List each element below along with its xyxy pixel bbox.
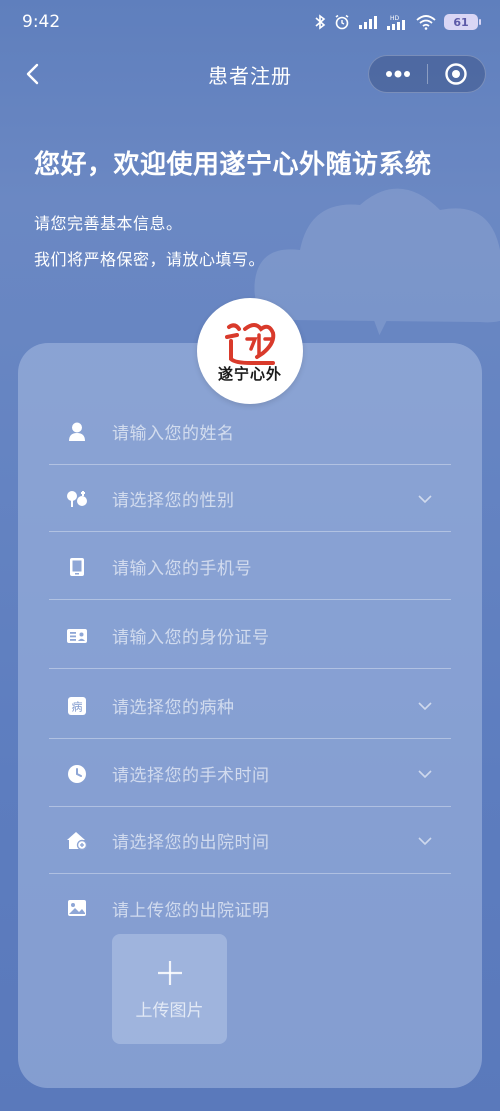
wifi-icon [416, 15, 436, 30]
surgery-time-select[interactable]: 请选择您的手术时间 [49, 741, 451, 807]
back-arrow-icon [26, 63, 39, 85]
gender-placeholder: 请选择您的性别 [112, 491, 235, 511]
signal-icon [359, 16, 377, 29]
status-icons: HD 61 [314, 14, 481, 30]
chevron-down-icon [416, 832, 434, 850]
user-icon [66, 421, 88, 443]
nav-bar: 患者注册 [0, 50, 500, 98]
surgery-time-placeholder: 请选择您的手术时间 [112, 766, 270, 786]
mini-program-capsule [368, 55, 486, 93]
image-icon [66, 897, 88, 919]
svg-text:HD: HD [390, 15, 400, 22]
discharge-time-select[interactable]: 请选择您的出院时间 [49, 808, 451, 874]
id-card-placeholder: 请输入您的身份证号 [112, 628, 270, 648]
hospital-logo: 遂宁心外 [197, 298, 303, 404]
clock-icon [66, 763, 88, 785]
plus-icon [157, 960, 182, 985]
phone-icon [66, 556, 88, 578]
chevron-down-icon [416, 697, 434, 715]
discharge-proof-label: 请上传您的出院证明 [112, 900, 270, 921]
svg-text:病: 病 [72, 699, 83, 713]
welcome-line-1: 请您完善基本信息。 [34, 214, 183, 233]
more-button[interactable] [369, 56, 427, 92]
id-card-field[interactable]: 请输入您的身份证号 [49, 603, 451, 669]
disease-icon: 病 [66, 695, 88, 717]
chevron-down-icon [416, 490, 434, 508]
bluetooth-icon [315, 14, 326, 30]
gender-icon [66, 488, 88, 510]
status-time: 9:42 [22, 12, 61, 32]
disease-select[interactable]: 病 请选择您的病种 [49, 673, 451, 739]
back-button[interactable] [18, 60, 46, 88]
welcome-title: 您好，欢迎使用遂宁心外随访系统 [34, 150, 432, 180]
chevron-down-icon [416, 765, 434, 783]
disease-placeholder: 请选择您的病种 [112, 698, 235, 718]
battery-indicator: 61 [444, 14, 481, 30]
discharge-proof-field: 请上传您的出院证明 [49, 875, 451, 941]
alarm-icon [335, 14, 349, 30]
phone-placeholder: 请输入您的手机号 [112, 559, 252, 579]
discharge-home-icon [66, 830, 88, 852]
discharge-time-placeholder: 请选择您的出院时间 [112, 833, 270, 853]
upload-image-button[interactable]: 上传图片 [112, 934, 227, 1044]
name-placeholder: 请输入您的姓名 [112, 424, 235, 444]
logo-text: 遂宁心外 [217, 364, 282, 383]
more-dots-icon [385, 70, 410, 78]
welcome-line-2: 我们将严格保密，请放心填写。 [34, 250, 266, 269]
heart-logo-icon [225, 322, 276, 365]
target-circle-icon [445, 63, 467, 85]
name-field[interactable]: 请输入您的姓名 [49, 399, 451, 465]
page-title: 患者注册 [208, 63, 292, 88]
gender-select[interactable]: 请选择您的性别 [49, 466, 451, 532]
upload-label: 上传图片 [135, 1000, 204, 1021]
status-bar: 9:42 HD 61 [0, 0, 500, 44]
signal-hd-icon: HD [387, 15, 405, 30]
phone-field[interactable]: 请输入您的手机号 [49, 534, 451, 600]
id-card-icon [66, 625, 88, 647]
close-mini-program-button[interactable] [428, 56, 486, 92]
